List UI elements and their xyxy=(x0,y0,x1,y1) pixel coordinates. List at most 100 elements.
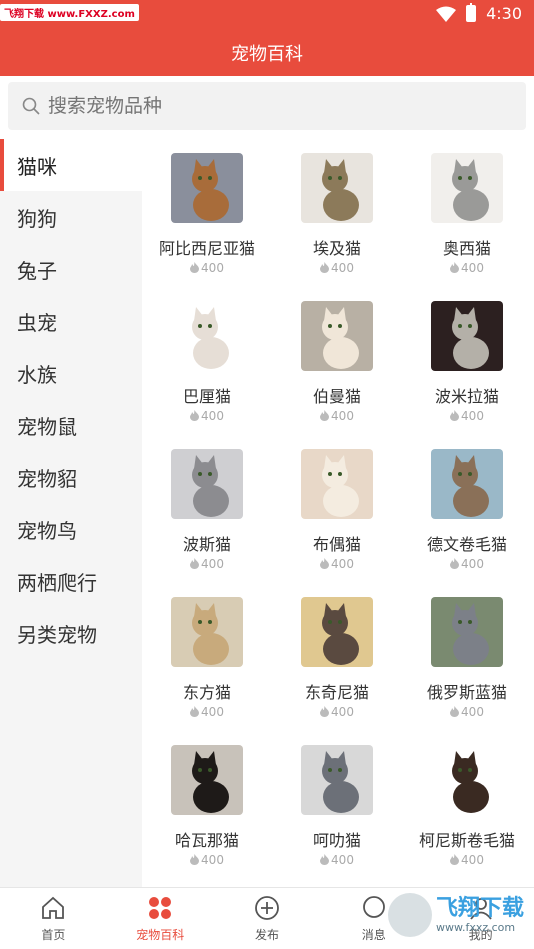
sidebar-item-exotic[interactable]: 另类宠物 xyxy=(0,607,142,659)
sidebar-item-label: 兔子 xyxy=(17,258,57,283)
sidebar-item-aquatic[interactable]: 水族 xyxy=(0,347,142,399)
nav-label: 宠物百科 xyxy=(136,928,185,942)
nav-encyclopedia[interactable]: 宠物百科 xyxy=(107,888,214,949)
sidebar-item-label: 另类宠物 xyxy=(17,622,97,647)
fire-icon xyxy=(190,854,200,865)
sidebar-item-label: 宠物鼠 xyxy=(17,414,77,439)
breed-card[interactable]: 哈瓦那猫 400 xyxy=(142,731,272,871)
breed-view-count: 400 xyxy=(142,705,272,719)
battery-icon xyxy=(466,3,477,22)
sidebar-item-birds[interactable]: 宠物鸟 xyxy=(0,503,142,555)
fire-icon xyxy=(450,262,460,273)
sidebar-item-label: 虫宠 xyxy=(17,310,57,335)
search-input[interactable] xyxy=(48,95,488,117)
breed-count-value: 400 xyxy=(461,705,484,719)
breed-view-count: 400 xyxy=(402,261,532,275)
breed-name: 阿比西尼亚猫 xyxy=(158,239,255,258)
breed-photo xyxy=(301,597,373,667)
breed-card[interactable]: 巴厘猫 400 xyxy=(142,287,272,427)
breed-photo xyxy=(171,745,243,815)
breed-name: 东奇尼猫 xyxy=(304,683,369,702)
sidebar-item-insects[interactable]: 虫宠 xyxy=(0,295,142,347)
breed-photo xyxy=(301,449,373,519)
breed-card[interactable]: 俄罗斯蓝猫 400 xyxy=(402,583,532,723)
breed-photo xyxy=(301,745,373,815)
breed-count-value: 400 xyxy=(331,409,354,423)
breed-card[interactable]: 德文卷毛猫 400 xyxy=(402,435,532,575)
breed-card[interactable]: 东方猫 400 xyxy=(142,583,272,723)
status-time: 4:30 xyxy=(486,4,522,23)
breed-count-value: 400 xyxy=(201,557,224,571)
watermark-url: www.fxxz.com xyxy=(435,920,516,934)
breed-card[interactable]: 伯曼猫 400 xyxy=(272,287,402,427)
page-title: 宠物百科 xyxy=(231,44,303,65)
search-icon xyxy=(22,97,40,115)
breed-name: 波米拉猫 xyxy=(434,387,499,406)
sidebar-item-label: 狗狗 xyxy=(17,206,57,231)
nav-publish[interactable]: 发布 xyxy=(214,888,321,949)
fire-icon xyxy=(450,558,460,569)
sidebar-item-reptiles[interactable]: 两栖爬行 xyxy=(0,555,142,607)
sidebar-item-label: 两栖爬行 xyxy=(17,570,97,595)
nav-home[interactable]: 首页 xyxy=(0,888,107,949)
breed-card[interactable]: 布偶猫 400 xyxy=(272,435,402,575)
sidebar-item-rabbits[interactable]: 兔子 xyxy=(0,243,142,295)
breed-count-value: 400 xyxy=(461,261,484,275)
breed-photo xyxy=(171,153,243,223)
breed-card[interactable]: 柯尼斯卷毛猫 400 xyxy=(402,731,532,871)
breed-count-value: 400 xyxy=(461,557,484,571)
breed-count-value: 400 xyxy=(331,557,354,571)
fire-icon xyxy=(320,706,330,717)
message-icon xyxy=(362,896,385,918)
breed-card[interactable]: 奥西猫 400 xyxy=(402,139,532,279)
breed-photo xyxy=(301,153,373,223)
fire-icon xyxy=(320,262,330,273)
fire-icon xyxy=(320,854,330,865)
breed-photo xyxy=(431,745,503,815)
wifi-icon xyxy=(436,6,457,22)
breed-card[interactable]: 东奇尼猫 400 xyxy=(272,583,402,723)
breed-name: 伯曼猫 xyxy=(312,387,361,406)
breed-card[interactable]: 阿比西尼亚猫 400 xyxy=(142,139,272,279)
breed-count-value: 400 xyxy=(331,705,354,719)
breed-photo xyxy=(301,301,373,371)
breed-name: 哈瓦那猫 xyxy=(174,831,239,850)
breed-card[interactable]: 波斯猫 400 xyxy=(142,435,272,575)
watermark-label: 飞翔下载 www.FXXZ.com xyxy=(0,4,139,21)
breed-view-count: 400 xyxy=(142,557,272,571)
breed-view-count: 400 xyxy=(142,409,272,423)
breed-name: 奥西猫 xyxy=(442,239,491,258)
breed-count-value: 400 xyxy=(331,261,354,275)
nav-label: 发布 xyxy=(254,928,279,942)
sidebar-item-dogs[interactable]: 狗狗 xyxy=(0,191,142,243)
search-bar[interactable] xyxy=(8,82,526,130)
breed-name: 布偶猫 xyxy=(312,535,361,554)
app-header: 飞翔下载 www.FXXZ.com 4:30 宠物百科 xyxy=(0,0,534,76)
category-sidebar: 猫咪 狗狗 兔子 虫宠 水族 宠物鼠 宠物貂 宠物鸟 两栖爬行 另类宠物 xyxy=(0,139,142,887)
fire-icon xyxy=(450,410,460,421)
breed-view-count: 400 xyxy=(402,557,532,571)
breed-photo xyxy=(171,301,243,371)
sidebar-item-cats[interactable]: 猫咪 xyxy=(0,139,142,191)
sidebar-item-ferrets[interactable]: 宠物貂 xyxy=(0,451,142,503)
breed-photo xyxy=(431,449,503,519)
breed-card[interactable]: 波米拉猫 400 xyxy=(402,287,532,427)
breed-view-count: 400 xyxy=(402,705,532,719)
breed-count-value: 400 xyxy=(461,853,484,867)
breed-name: 埃及猫 xyxy=(312,239,361,258)
fire-icon xyxy=(190,558,200,569)
sidebar-item-rodents[interactable]: 宠物鼠 xyxy=(0,399,142,451)
breed-view-count: 400 xyxy=(402,409,532,423)
breed-view-count: 400 xyxy=(272,853,402,867)
breed-name: 呵叻猫 xyxy=(312,831,361,850)
breed-view-count: 400 xyxy=(272,409,402,423)
breed-count-value: 400 xyxy=(201,409,224,423)
breed-name: 波斯猫 xyxy=(182,535,231,554)
breed-photo xyxy=(171,597,243,667)
breed-card[interactable]: 呵叻猫 400 xyxy=(272,731,402,871)
fire-icon xyxy=(320,558,330,569)
watermark-title: 飞翔下载 xyxy=(435,895,524,921)
breed-card[interactable]: 埃及猫 400 xyxy=(272,139,402,279)
breed-view-count: 400 xyxy=(272,261,402,275)
breed-view-count: 400 xyxy=(272,705,402,719)
